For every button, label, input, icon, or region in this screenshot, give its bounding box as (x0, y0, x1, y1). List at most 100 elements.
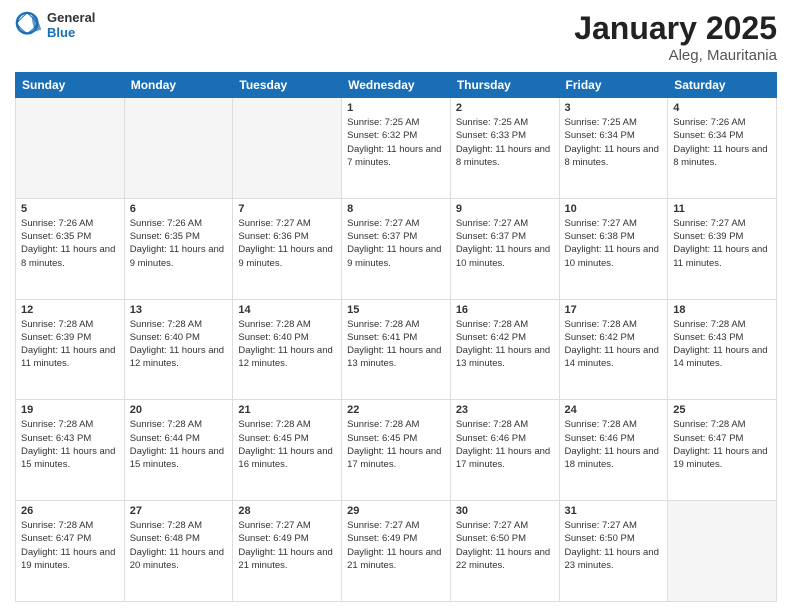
day-cell: 14 Sunrise: 7:28 AMSunset: 6:40 PMDayligh… (233, 299, 342, 400)
day-number: 29 (347, 505, 445, 517)
col-thursday: Thursday (450, 73, 559, 98)
day-info: Sunrise: 7:28 AMSunset: 6:46 PMDaylight:… (456, 418, 554, 471)
day-info: Sunrise: 7:28 AMSunset: 6:47 PMDaylight:… (673, 418, 771, 471)
day-info: Sunrise: 7:28 AMSunset: 6:46 PMDaylight:… (565, 418, 663, 471)
day-cell (16, 98, 125, 199)
calendar-header-row: Sunday Monday Tuesday Wednesday Thursday… (16, 73, 777, 98)
day-info: Sunrise: 7:27 AMSunset: 6:37 PMDaylight:… (456, 217, 554, 270)
day-cell: 30 Sunrise: 7:27 AMSunset: 6:50 PMDayligh… (450, 501, 559, 602)
day-info: Sunrise: 7:28 AMSunset: 6:40 PMDaylight:… (130, 318, 228, 371)
day-cell: 26Sunrise: 7:28 AMSunset: 6:47 PMDayligh… (16, 501, 125, 602)
day-number: 6 (130, 203, 228, 215)
day-cell: 15 Sunrise: 7:28 AMSunset: 6:41 PMDayligh… (342, 299, 451, 400)
day-info: Sunrise: 7:28 AMSunset: 6:43 PMDaylight:… (673, 318, 771, 371)
day-info: Sunrise: 7:28 AMSunset: 6:44 PMDaylight:… (130, 418, 228, 471)
day-cell: 2Sunrise: 7:25 AMSunset: 6:33 PMDaylight… (450, 98, 559, 199)
logo: General Blue (15, 10, 95, 40)
day-cell (124, 98, 233, 199)
day-cell: 31Sunrise: 7:27 AMSunset: 6:50 PMDayligh… (559, 501, 668, 602)
day-info: Sunrise: 7:26 AMSunset: 6:34 PMDaylight:… (673, 116, 771, 169)
day-cell: 22 Sunrise: 7:28 AMSunset: 6:45 PMDayligh… (342, 400, 451, 501)
day-info: Sunrise: 7:26 AMSunset: 6:35 PMDaylight:… (130, 217, 228, 270)
day-cell: 3 Sunrise: 7:25 AMSunset: 6:34 PMDaylight… (559, 98, 668, 199)
day-number: 12 (21, 304, 119, 316)
col-friday: Friday (559, 73, 668, 98)
day-cell: 4 Sunrise: 7:26 AMSunset: 6:34 PMDaylight… (668, 98, 777, 199)
col-sunday: Sunday (16, 73, 125, 98)
main-title: January 2025 (574, 10, 777, 47)
day-number: 8 (347, 203, 445, 215)
day-number: 22 (347, 404, 445, 416)
day-number: 2 (456, 102, 554, 114)
page: General Blue January 2025 Aleg, Mauritan… (0, 0, 792, 612)
day-number: 24 (565, 404, 663, 416)
day-number: 10 (565, 203, 663, 215)
day-number: 17 (565, 304, 663, 316)
logo-text: General Blue (47, 10, 95, 40)
day-info: Sunrise: 7:28 AMSunset: 6:42 PMDaylight:… (565, 318, 663, 371)
day-cell: 27 Sunrise: 7:28 AMSunset: 6:48 PMDayligh… (124, 501, 233, 602)
day-info: Sunrise: 7:28 AMSunset: 6:39 PMDaylight:… (21, 318, 119, 371)
day-cell: 10 Sunrise: 7:27 AMSunset: 6:38 PMDayligh… (559, 198, 668, 299)
day-cell: 25 Sunrise: 7:28 AMSunset: 6:47 PMDayligh… (668, 400, 777, 501)
day-info: Sunrise: 7:27 AMSunset: 6:50 PMDaylight:… (456, 519, 554, 572)
sub-title: Aleg, Mauritania (574, 47, 777, 64)
day-cell: 11 Sunrise: 7:27 AMSunset: 6:39 PMDayligh… (668, 198, 777, 299)
day-info: Sunrise: 7:28 AMSunset: 6:43 PMDaylight:… (21, 418, 119, 471)
day-info: Sunrise: 7:27 AMSunset: 6:37 PMDaylight:… (347, 217, 445, 270)
day-number: 20 (130, 404, 228, 416)
day-number: 30 (456, 505, 554, 517)
day-cell: 29Sunrise: 7:27 AMSunset: 6:49 PMDayligh… (342, 501, 451, 602)
day-cell: 9 Sunrise: 7:27 AMSunset: 6:37 PMDaylight… (450, 198, 559, 299)
day-number: 21 (238, 404, 336, 416)
day-cell: 7Sunrise: 7:27 AMSunset: 6:36 PMDaylight… (233, 198, 342, 299)
day-info: Sunrise: 7:28 AMSunset: 6:41 PMDaylight:… (347, 318, 445, 371)
calendar-table: Sunday Monday Tuesday Wednesday Thursday… (15, 72, 777, 602)
day-number: 1 (347, 102, 445, 114)
day-number: 15 (347, 304, 445, 316)
week-row-1: 5Sunrise: 7:26 AMSunset: 6:35 PMDaylight… (16, 198, 777, 299)
day-cell: 5Sunrise: 7:26 AMSunset: 6:35 PMDaylight… (16, 198, 125, 299)
day-cell: 18 Sunrise: 7:28 AMSunset: 6:43 PMDayligh… (668, 299, 777, 400)
day-cell: 23 Sunrise: 7:28 AMSunset: 6:46 PMDayligh… (450, 400, 559, 501)
day-info: Sunrise: 7:28 AMSunset: 6:42 PMDaylight:… (456, 318, 554, 371)
day-number: 11 (673, 203, 771, 215)
day-number: 26 (21, 505, 119, 517)
day-cell: 1Sunrise: 7:25 AMSunset: 6:32 PMDaylight… (342, 98, 451, 199)
day-info: Sunrise: 7:28 AMSunset: 6:45 PMDaylight:… (347, 418, 445, 471)
day-info: Sunrise: 7:27 AMSunset: 6:39 PMDaylight:… (673, 217, 771, 270)
day-info: Sunrise: 7:27 AMSunset: 6:38 PMDaylight:… (565, 217, 663, 270)
week-row-0: 1Sunrise: 7:25 AMSunset: 6:32 PMDaylight… (16, 98, 777, 199)
logo-blue: Blue (47, 25, 95, 40)
day-number: 31 (565, 505, 663, 517)
header: General Blue January 2025 Aleg, Mauritan… (15, 10, 777, 64)
day-cell: 13Sunrise: 7:28 AMSunset: 6:40 PMDayligh… (124, 299, 233, 400)
day-number: 9 (456, 203, 554, 215)
day-number: 18 (673, 304, 771, 316)
day-number: 27 (130, 505, 228, 517)
day-cell: 17 Sunrise: 7:28 AMSunset: 6:42 PMDayligh… (559, 299, 668, 400)
day-number: 23 (456, 404, 554, 416)
day-cell (668, 501, 777, 602)
day-number: 16 (456, 304, 554, 316)
day-info: Sunrise: 7:27 AMSunset: 6:49 PMDaylight:… (238, 519, 336, 572)
day-number: 4 (673, 102, 771, 114)
day-cell: 12 Sunrise: 7:28 AMSunset: 6:39 PMDayligh… (16, 299, 125, 400)
day-info: Sunrise: 7:28 AMSunset: 6:45 PMDaylight:… (238, 418, 336, 471)
day-number: 25 (673, 404, 771, 416)
day-info: Sunrise: 7:28 AMSunset: 6:40 PMDaylight:… (238, 318, 336, 371)
day-info: Sunrise: 7:28 AMSunset: 6:48 PMDaylight:… (130, 519, 228, 572)
day-info: Sunrise: 7:25 AMSunset: 6:34 PMDaylight:… (565, 116, 663, 169)
day-cell (233, 98, 342, 199)
week-row-4: 26Sunrise: 7:28 AMSunset: 6:47 PMDayligh… (16, 501, 777, 602)
day-number: 28 (238, 505, 336, 517)
day-number: 14 (238, 304, 336, 316)
day-number: 3 (565, 102, 663, 114)
day-cell: 16 Sunrise: 7:28 AMSunset: 6:42 PMDayligh… (450, 299, 559, 400)
col-saturday: Saturday (668, 73, 777, 98)
day-cell: 19Sunrise: 7:28 AMSunset: 6:43 PMDayligh… (16, 400, 125, 501)
day-cell: 20 Sunrise: 7:28 AMSunset: 6:44 PMDayligh… (124, 400, 233, 501)
day-cell: 21 Sunrise: 7:28 AMSunset: 6:45 PMDayligh… (233, 400, 342, 501)
week-row-2: 12 Sunrise: 7:28 AMSunset: 6:39 PMDayligh… (16, 299, 777, 400)
col-monday: Monday (124, 73, 233, 98)
